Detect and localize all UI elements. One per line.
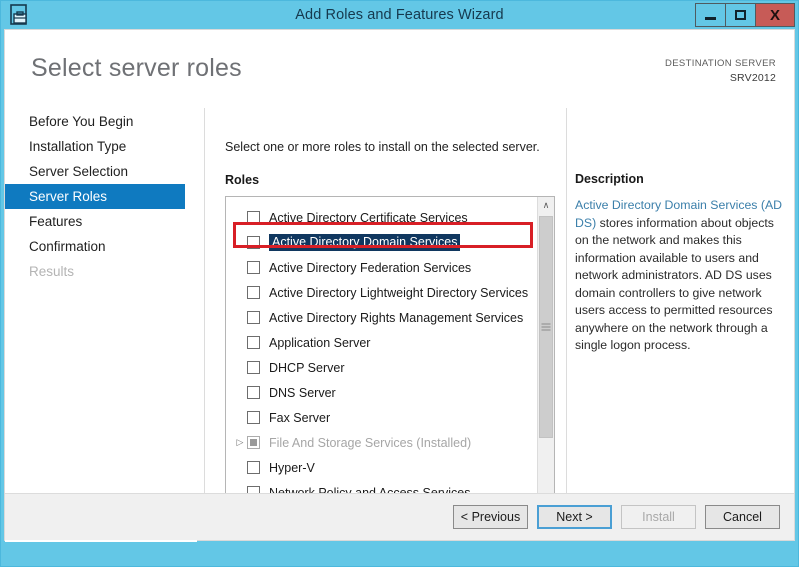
client-area: Select server roles DESTINATION SERVER S… [4, 29, 795, 542]
destination-server-block: DESTINATION SERVER SRV2012 [665, 56, 776, 86]
destination-server-value: SRV2012 [729, 72, 776, 84]
role-checkbox[interactable] [247, 336, 260, 349]
footer-buttons: < Previous Next > Install Cancel [453, 505, 780, 529]
role-label: Hyper-V [269, 460, 315, 475]
main-content: Select one or more roles to install on t… [211, 96, 566, 542]
description-title: Description [575, 172, 644, 186]
previous-button[interactable]: < Previous [453, 505, 528, 529]
role-label: File And Storage Services (Installed) [269, 435, 472, 450]
expander-spacer: ▷ [233, 263, 247, 272]
expander-spacer: ▷ [233, 463, 247, 472]
sidebar-item-installation-type[interactable]: Installation Type [5, 134, 197, 159]
role-label: DHCP Server [269, 360, 345, 375]
roles-list[interactable]: ▷ Active Directory Certificate Services ▷ A… [226, 197, 537, 526]
roles-vertical-scrollbar[interactable]: ∧ ∨ [537, 197, 554, 526]
scrollbar-thumb[interactable] [539, 216, 553, 438]
server-manager-icon [7, 3, 33, 27]
sidebar-item-server-selection[interactable]: Server Selection [5, 159, 197, 184]
role-label: Active Directory Rights Management Servi… [269, 310, 524, 325]
instruction-text: Select one or more roles to install on t… [225, 140, 540, 154]
role-checkbox[interactable] [247, 261, 260, 274]
title-bar[interactable]: Add Roles and Features Wizard X [1, 1, 798, 29]
description-pane: Description Active Directory Domain Serv… [575, 96, 790, 542]
minimize-button[interactable] [695, 3, 726, 27]
scroll-up-arrow-icon[interactable]: ∧ [538, 197, 554, 214]
sidebar-item-confirmation[interactable]: Confirmation [5, 234, 197, 259]
expander-spacer: ▷ [233, 363, 247, 372]
header-band: Select server roles DESTINATION SERVER S… [5, 30, 794, 96]
sidebar-item-server-roles[interactable]: Server Roles [5, 184, 185, 209]
role-checkbox[interactable] [247, 286, 260, 299]
sidebar-item-results: Results [29, 264, 75, 279]
scrollbar-grip-icon [541, 323, 551, 331]
role-label: Active Directory Lightweight Directory S… [269, 285, 529, 300]
role-checkbox[interactable] [247, 411, 260, 424]
wizard-window: Add Roles and Features Wizard X Select s… [0, 0, 799, 567]
role-checkbox[interactable] [247, 386, 260, 399]
expander-spacer: ▷ [233, 338, 247, 347]
maximize-icon [735, 10, 746, 20]
wizard-steps-sidebar: Before You Begin Installation Type Server … [5, 96, 197, 542]
expander-spacer: ▷ [233, 288, 247, 297]
footer-bar: < Previous Next > Install Cancel [5, 493, 794, 540]
expander-spacer: ▷ [233, 388, 247, 397]
minimize-icon [705, 16, 716, 20]
role-row[interactable]: ▷ Active Directory Domain Services [226, 230, 537, 255]
destination-server-label: DESTINATION SERVER [665, 58, 776, 69]
sidebar-divider [204, 108, 205, 531]
role-row[interactable]: ▷ File And Storage Services (Installed) [226, 430, 537, 455]
expander-spacer: ▷ [233, 313, 247, 322]
sidebar-item-before-you-begin[interactable]: Before You Begin [5, 109, 197, 134]
role-row[interactable]: ▷ Active Directory Federation Services [226, 255, 537, 280]
role-label: Active Directory Domain Services [269, 234, 461, 251]
window-title: Add Roles and Features Wizard [295, 7, 504, 23]
description-body: Active Directory Domain Services (AD DS)… [575, 197, 783, 355]
expander-spacer: ▷ [233, 413, 247, 422]
role-checkbox [247, 436, 260, 449]
role-row[interactable]: ▷ Active Directory Rights Management Serv… [226, 305, 537, 330]
install-button: Install [621, 505, 696, 529]
close-button[interactable]: X [755, 3, 795, 27]
description-divider [566, 108, 567, 531]
cancel-button[interactable]: Cancel [705, 505, 780, 529]
role-row[interactable]: ▷ Active Directory Certificate Services [226, 205, 537, 230]
role-checkbox[interactable] [247, 211, 260, 224]
expander-spacer: ▷ [233, 213, 247, 222]
role-checkbox[interactable] [247, 236, 260, 249]
role-row[interactable]: ▷ Active Directory Lightweight Directory … [226, 280, 537, 305]
roles-listbox[interactable]: ▷ Active Directory Certificate Services ▷ A… [225, 196, 555, 527]
role-row[interactable]: ▷ DHCP Server [226, 355, 537, 380]
role-row[interactable]: ▷ Hyper-V [226, 455, 537, 480]
maximize-button[interactable] [725, 3, 756, 27]
role-checkbox[interactable] [247, 311, 260, 324]
role-label: Fax Server [269, 410, 331, 425]
role-row[interactable]: ▷ Application Server [226, 330, 537, 355]
role-checkbox[interactable] [247, 361, 260, 374]
roles-section-label: Roles [225, 173, 260, 187]
window-controls: X [695, 3, 795, 27]
role-label: Active Directory Federation Services [269, 260, 472, 275]
role-checkbox[interactable] [247, 461, 260, 474]
role-label: Active Directory Certificate Services [269, 210, 468, 225]
page-title: Select server roles [31, 54, 242, 82]
role-row[interactable]: ▷ DNS Server [226, 380, 537, 405]
description-rest-text: stores information about objects on the … [575, 215, 774, 353]
expander-spacer: ▷ [233, 238, 247, 247]
role-row[interactable]: ▷ Fax Server [226, 405, 537, 430]
role-label: DNS Server [269, 385, 336, 400]
role-label: Application Server [269, 335, 371, 350]
sidebar-item-features[interactable]: Features [5, 209, 197, 234]
next-button[interactable]: Next > [537, 505, 612, 529]
expand-arrow-icon[interactable]: ▷ [233, 438, 247, 447]
